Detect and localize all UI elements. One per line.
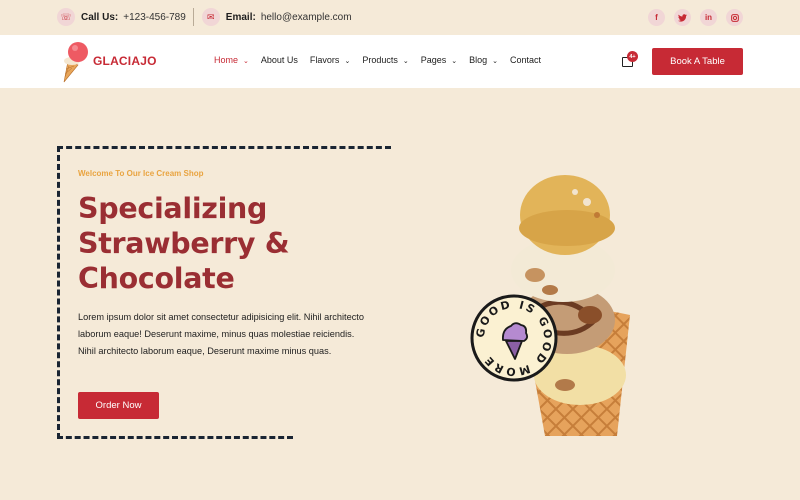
dashed-frame-left xyxy=(57,146,60,439)
top-bar: ☏ Call Us: +123-456-789 ✉ Email: hello@e… xyxy=(0,0,800,35)
nav-item-blog[interactable]: Blog ⌄ xyxy=(469,55,498,65)
nav-label: Blog xyxy=(469,55,488,65)
logo[interactable]: GLACIAJO xyxy=(62,39,157,83)
email-label: Email: xyxy=(225,11,256,23)
divider xyxy=(192,8,194,26)
ice-cream-logo-icon xyxy=(63,42,88,83)
nav-item-flavors[interactable]: Flavors ⌄ xyxy=(310,55,350,65)
contact-info: ☏ Call Us: +123-456-789 ✉ Email: hello@e… xyxy=(57,7,352,27)
chevron-down-icon: ⌄ xyxy=(492,58,499,65)
phone-icon: ☏ xyxy=(57,8,75,26)
nav-item-pages[interactable]: Pages ⌄ xyxy=(421,55,457,65)
nav-item-products[interactable]: Products ⌄ xyxy=(362,55,408,65)
main-header: GLACIAJO Home ⌄ About Us Flavors ⌄ Produ… xyxy=(0,35,800,88)
hero-title: Specializing Strawberry & Chocolate xyxy=(78,191,290,296)
linkedin-icon[interactable]: in xyxy=(700,9,717,26)
cart-button[interactable]: 4+ xyxy=(622,51,638,68)
dashed-frame-bottom xyxy=(57,436,293,439)
nav-label: Flavors xyxy=(309,55,340,65)
twitter-icon[interactable] xyxy=(674,9,691,26)
nav-label: About Us xyxy=(260,55,298,65)
nav-label: Pages xyxy=(420,55,447,65)
mail-icon: ✉ xyxy=(201,8,220,26)
hero-eyebrow: Welcome To Our Ice Cream Shop xyxy=(78,169,204,178)
book-a-table-button[interactable]: Book A Table xyxy=(652,48,743,75)
dashed-frame-top xyxy=(57,146,391,149)
chevron-down-icon: ⌄ xyxy=(402,58,409,65)
more-good-sticker: GOOD IS GOOD MORE xyxy=(470,294,558,382)
nav-item-contact[interactable]: Contact xyxy=(510,55,541,65)
chevron-down-icon: ⌄ xyxy=(243,58,249,65)
email-value[interactable]: hello@example.com xyxy=(261,12,352,23)
brand-name: GLACIAJO xyxy=(93,54,157,68)
nav-label: Home xyxy=(214,55,239,65)
hero-title-line: Strawberry & xyxy=(78,227,290,260)
chevron-down-icon: ⌄ xyxy=(451,58,458,65)
cart-count-badge: 4+ xyxy=(627,51,638,62)
instagram-icon[interactable] xyxy=(726,9,743,26)
main-nav: Home ⌄ About Us Flavors ⌄ Products ⌄ Pag… xyxy=(214,55,553,65)
social-links: f in xyxy=(648,9,743,26)
nav-item-home[interactable]: Home ⌄ xyxy=(214,55,249,65)
phone-label: Call Us: xyxy=(81,11,119,23)
hero-title-line: Specializing xyxy=(78,192,268,225)
hero-description: Lorem ipsum dolor sit amet consectetur a… xyxy=(78,312,364,356)
facebook-icon[interactable]: f xyxy=(648,9,665,26)
chevron-down-icon: ⌄ xyxy=(344,58,351,65)
nav-label: Contact xyxy=(510,55,542,65)
hero-title-line: Chocolate xyxy=(78,262,235,295)
phone-value[interactable]: +123-456-789 xyxy=(123,12,186,23)
nav-label: Products xyxy=(362,55,398,65)
nav-item-about-us[interactable]: About Us xyxy=(261,55,298,65)
order-now-button[interactable]: Order Now xyxy=(78,392,159,419)
